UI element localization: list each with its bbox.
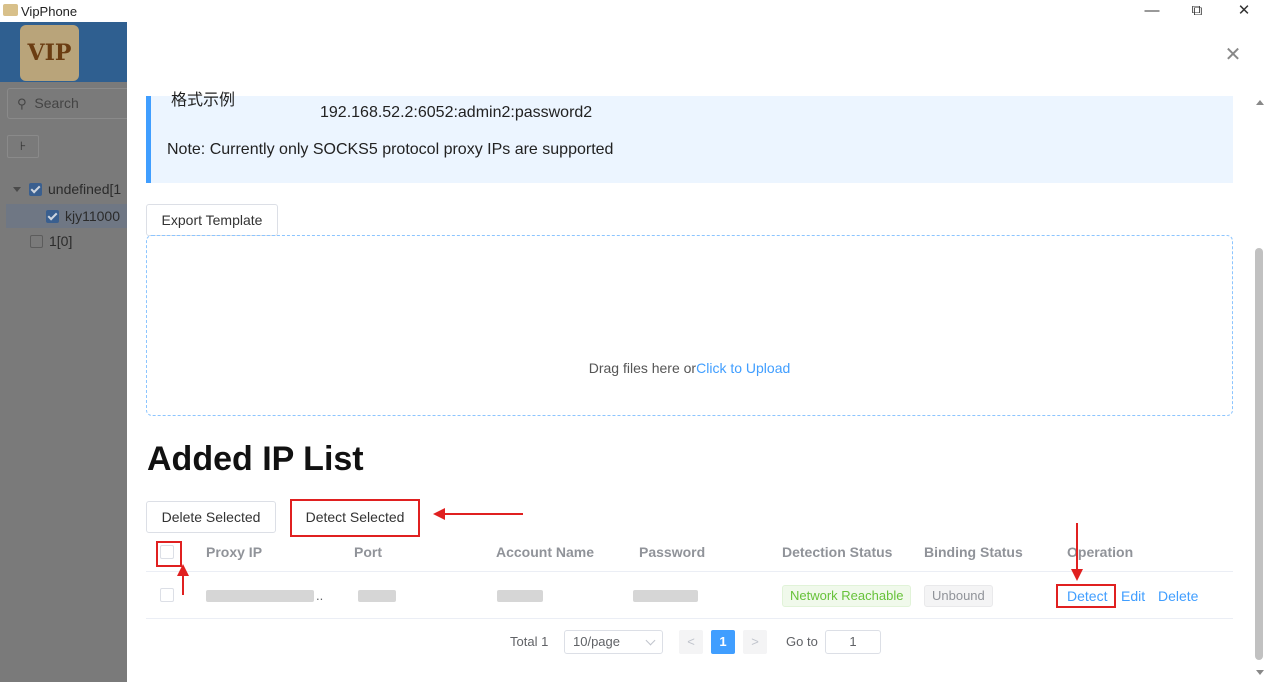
info-alert: 格式示例 192.168.52.2:6052:admin2:password2 … xyxy=(146,92,1233,183)
annotation-arrow-head-up xyxy=(177,564,189,576)
upload-hint: Drag files here or xyxy=(588,360,697,376)
proxy-ip-drawer: ✕ 格式示例 192.168.52.2:6052:admin2:password… xyxy=(127,22,1267,682)
column-header-detection-status: Detection Status xyxy=(782,544,893,560)
port-redacted xyxy=(358,590,396,602)
tree-checkbox[interactable] xyxy=(46,210,59,223)
tree-checkbox[interactable] xyxy=(30,235,43,248)
current-page-button[interactable]: 1 xyxy=(711,630,735,654)
column-header-account-name: Account Name xyxy=(496,544,595,560)
window-title: VipPhone xyxy=(21,4,78,19)
close-icon[interactable]: ✕ xyxy=(1229,2,1259,20)
scrollbar[interactable] xyxy=(1251,96,1267,682)
tree-node-group[interactable]: 1[0] xyxy=(30,233,72,249)
upload-text: Drag files here orClick to Upload xyxy=(147,360,1232,376)
account-name-redacted xyxy=(497,590,543,602)
annotation-box-detect-selected xyxy=(290,499,420,537)
window-titlebar: VipPhone — ⧉ ✕ xyxy=(0,0,1267,22)
search-icon: ⚲ xyxy=(17,96,27,111)
sidebar-tool-button[interactable]: ⊦ xyxy=(7,135,39,158)
page-size-value: 10/page xyxy=(573,634,620,649)
annotation-arrow-line xyxy=(182,573,184,595)
proxy-ip-ellipsis: .. xyxy=(316,588,324,603)
proxy-ip-redacted xyxy=(206,590,314,602)
password-redacted xyxy=(633,590,698,602)
binding-status-badge: Unbound xyxy=(924,585,993,607)
format-label-partial: 格式示例 xyxy=(171,92,236,109)
restore-icon[interactable]: ⧉ xyxy=(1182,2,1212,20)
delete-selected-button[interactable]: Delete Selected xyxy=(146,501,276,533)
next-page-button[interactable]: > xyxy=(743,630,767,654)
prev-page-button[interactable]: < xyxy=(679,630,703,654)
tree-node-label: kjy11000 xyxy=(65,208,121,224)
click-to-upload-link[interactable]: Click to Upload xyxy=(696,360,790,376)
tree-node-label: 1[0] xyxy=(49,233,73,249)
row-edit-link[interactable]: Edit xyxy=(1121,588,1145,604)
search-placeholder: Search xyxy=(34,95,79,111)
vip-app-icon xyxy=(3,4,18,16)
pagination-total: Total 1 xyxy=(510,634,549,649)
scroll-up-icon[interactable] xyxy=(1256,100,1264,105)
column-header-port: Port xyxy=(354,544,382,560)
tree-node-group[interactable]: undefined[1 xyxy=(13,181,121,197)
chevron-down-icon xyxy=(645,635,656,646)
tree-node-device[interactable]: kjy11000 xyxy=(6,204,127,228)
annotation-arrow-head-down xyxy=(1071,569,1083,581)
detection-status-badge: Network Reachable xyxy=(782,585,912,607)
column-header-proxy-ip: Proxy IP xyxy=(206,544,263,560)
format-example: 192.168.52.2:6052:admin2:password2 xyxy=(320,104,593,121)
section-title: Added IP List xyxy=(147,440,364,478)
tree-checkbox[interactable] xyxy=(29,183,42,196)
annotation-box-row-detect xyxy=(1056,584,1116,608)
row-checkbox[interactable] xyxy=(160,588,174,602)
table-row-divider xyxy=(146,618,1233,619)
column-header-password: Password xyxy=(639,544,706,560)
annotation-arrow-line xyxy=(443,513,523,515)
protocol-note: Note: Currently only SOCKS5 protocol pro… xyxy=(167,141,614,158)
row-delete-link[interactable]: Delete xyxy=(1158,588,1198,604)
column-header-binding-status: Binding Status xyxy=(924,544,1023,560)
upload-dropzone[interactable]: Drag files here orClick to Upload xyxy=(146,235,1233,416)
annotation-arrow-head-left xyxy=(433,508,445,520)
page-size-select[interactable]: 10/page xyxy=(564,630,663,654)
scroll-down-icon[interactable] xyxy=(1256,670,1264,675)
scrollbar-thumb[interactable] xyxy=(1255,248,1263,660)
tree-node-label: undefined[1 xyxy=(48,181,122,197)
sidebar: VIP ⚲ Search ⊦ undefined[1 kjy11000 1[0] xyxy=(0,22,137,682)
sidebar-header: VIP xyxy=(0,22,127,82)
goto-page-input[interactable]: 1 xyxy=(825,630,881,654)
minimize-icon[interactable]: — xyxy=(1137,2,1167,20)
export-template-button[interactable]: Export Template xyxy=(146,204,278,236)
caret-down-icon[interactable] xyxy=(13,187,21,192)
search-input[interactable]: ⚲ Search xyxy=(7,88,137,119)
goto-label: Go to xyxy=(786,634,818,649)
annotation-arrow-line xyxy=(1076,523,1078,571)
drawer-close-icon[interactable]: ✕ xyxy=(1223,42,1243,67)
table-header-divider xyxy=(146,571,1233,572)
vip-logo: VIP xyxy=(20,25,79,81)
